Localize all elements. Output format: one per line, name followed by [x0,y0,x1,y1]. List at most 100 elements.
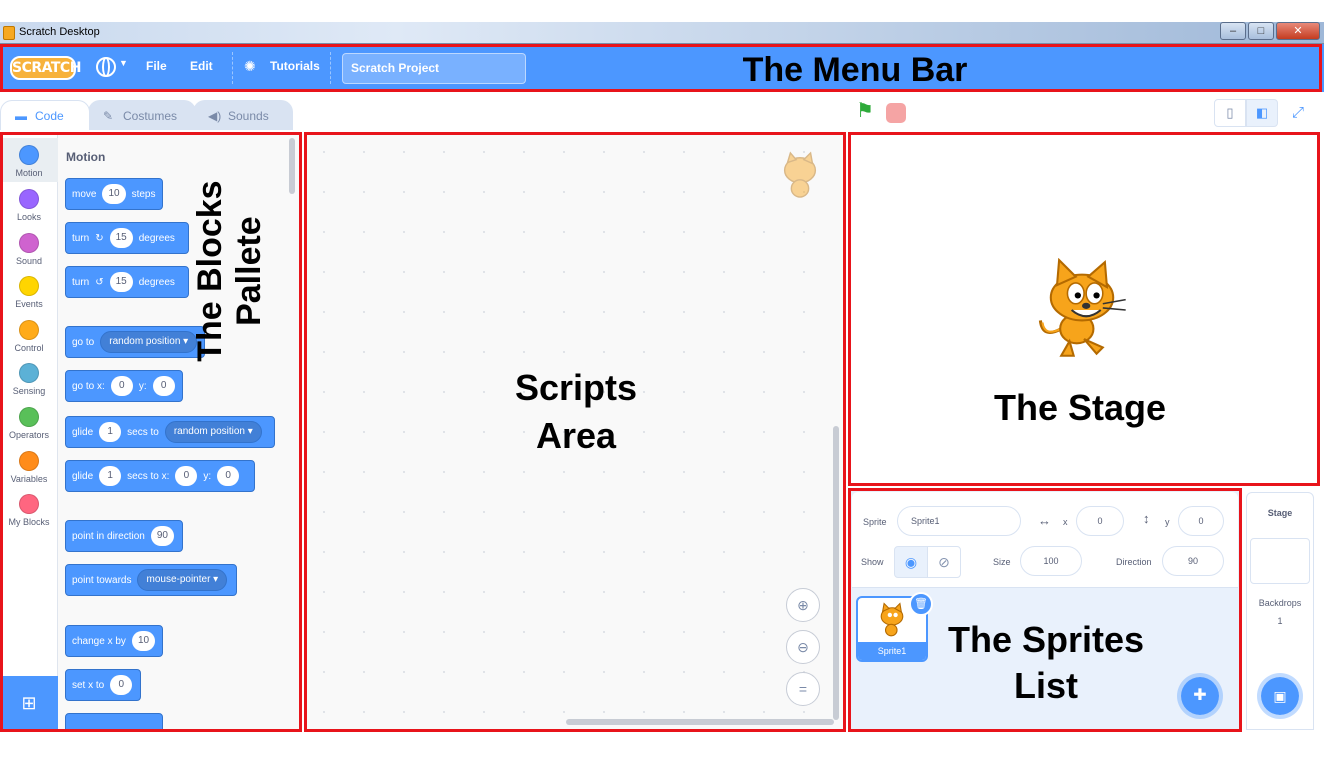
sprite-tile-thumbnail [880,602,904,637]
block-text: glide [72,470,94,482]
block-text: y: [138,380,147,392]
direction-input[interactable]: 90 [1162,546,1224,576]
sprite-corner-thumbnail [783,151,817,198]
y-position-input[interactable]: 0 [1178,506,1224,536]
tutorials-button[interactable]: Tutorials [270,59,320,73]
block-text: secs to x: [127,470,170,482]
block-go-to[interactable]: go to random position ▾ [65,326,205,358]
normal-stage-button[interactable]: ◧ [1246,99,1278,127]
zoom-out-icon[interactable]: ⊖ [786,630,820,664]
small-stage-button[interactable]: ▯ [1214,99,1246,127]
language-globe-icon[interactable] [96,57,116,77]
show-eye-icon[interactable]: ◉ [894,546,928,578]
tab-costumes[interactable]: ✎ Costumes [88,100,196,130]
category-operators[interactable]: Operators [0,400,58,444]
block-set-x[interactable]: set x to 0 [65,669,141,701]
category-my-blocks[interactable]: My Blocks [0,487,58,531]
category-color-dot [19,363,39,383]
horizontal-arrows-icon: ↔ [1038,513,1051,528]
block-categories: Motion Looks Sound Events Control Sensin… [0,132,58,730]
category-color-dot [19,451,39,471]
zoom-reset-icon[interactable]: = [786,672,820,706]
hide-eye-icon[interactable]: ⊘ [927,546,961,578]
palette-section-title: Motion [66,150,106,164]
sprite-name-label: Sprite [863,517,887,527]
maximize-button[interactable]: □ [1248,22,1274,40]
block-dropdown[interactable]: random position ▾ [164,421,262,443]
trash-icon[interactable]: 🗑 [909,592,933,616]
close-window-button[interactable]: ✕ [1276,22,1320,40]
category-looks[interactable]: Looks [0,182,58,226]
block-text: point in direction [72,530,145,542]
scratch-app-icon [3,26,15,40]
block-go-to-xy[interactable]: go to x: 0 y: 0 [65,370,183,402]
annotation-scripts-area-line2: Area [535,415,617,456]
stop-icon[interactable] [886,103,906,123]
lightbulb-icon[interactable]: ✺ [244,58,260,74]
block-turn-counterclockwise[interactable]: turn ↺ 15 degrees [65,266,189,298]
block-input[interactable]: 10 [102,184,126,204]
block-change-x[interactable]: change x by 10 [65,625,163,657]
minimize-button[interactable]: – [1220,22,1246,40]
category-motion[interactable]: Motion [0,138,58,182]
block-input[interactable]: 0 [217,466,240,486]
add-backdrop-icon[interactable]: ▣ [1257,673,1303,719]
tab-costumes-label: Costumes [123,109,178,123]
block-input[interactable]: 1 [99,466,122,486]
dropdown-value: mouse-pointer [146,574,211,585]
category-label: Control [14,343,44,353]
scripts-vertical-scrollbar[interactable] [833,426,839,720]
block-glide-xy[interactable]: glide 1 secs to x: 0 y: 0 [65,460,255,492]
block-input[interactable]: 15 [109,228,133,248]
block-input[interactable]: 1 [99,422,122,442]
block-input[interactable]: 0 [175,466,198,486]
fullscreen-icon[interactable]: ⤢ [1283,99,1313,127]
annotation-stage: The Stage [993,387,1167,428]
backdrop-thumbnail[interactable] [1250,538,1310,584]
size-input[interactable]: 100 [1020,546,1082,576]
category-events[interactable]: Events [0,269,58,313]
green-flag-icon[interactable]: ⚑ [856,101,876,121]
edit-menu[interactable]: Edit [190,59,213,73]
add-sprite-cat-icon[interactable]: ✚ [1177,673,1223,719]
category-color-dot [19,233,39,253]
block-input[interactable]: 15 [109,272,133,292]
category-color-dot [19,407,39,427]
scratch-logo[interactable]: SCRATCH [10,56,81,80]
category-label: My Blocks [8,517,50,527]
palette-scrollbar[interactable] [289,138,295,194]
scratch-cat-sprite[interactable] [1030,258,1134,362]
block-turn-clockwise[interactable]: turn ↻ 15 degrees [65,222,189,254]
block-point-in-direction[interactable]: point in direction 90 [65,520,183,552]
add-extension-icon[interactable]: ⊞ [0,676,58,730]
scripts-horizontal-scrollbar[interactable] [566,719,834,725]
project-title-input[interactable]: Scratch Project [342,53,526,84]
tab-code[interactable]: ▬ Code [0,100,90,130]
block-input[interactable]: 90 [150,526,174,546]
x-position-input[interactable]: 0 [1076,506,1124,536]
block-point-towards[interactable]: point towards mouse-pointer ▾ [65,564,237,596]
block-partial[interactable] [65,713,163,730]
block-dropdown[interactable]: random position ▾ [100,331,198,353]
block-move-steps[interactable]: move 10 steps [65,178,163,210]
category-control[interactable]: Control [0,313,58,357]
menu-divider [232,52,233,84]
brush-icon: ✎ [103,109,114,123]
block-text: steps [131,188,156,200]
block-input[interactable]: 10 [131,631,156,651]
category-variables[interactable]: Variables [0,444,58,488]
block-input[interactable]: 0 [110,675,133,695]
block-text: move [72,188,97,200]
stage-selector-title: Stage [1267,508,1293,518]
block-input[interactable]: 0 [110,376,133,396]
zoom-in-icon[interactable]: ⊕ [786,588,820,622]
file-menu[interactable]: File [146,59,167,73]
block-dropdown[interactable]: mouse-pointer ▾ [137,569,228,591]
category-sound[interactable]: Sound [0,226,58,270]
x-label: x [1063,517,1068,527]
sprite-name-input[interactable]: Sprite1 [897,506,1021,536]
category-sensing[interactable]: Sensing [0,356,58,400]
category-color-dot [19,320,39,340]
caret-down-icon[interactable]: ▼ [119,58,128,68]
block-input[interactable]: 0 [152,376,175,396]
